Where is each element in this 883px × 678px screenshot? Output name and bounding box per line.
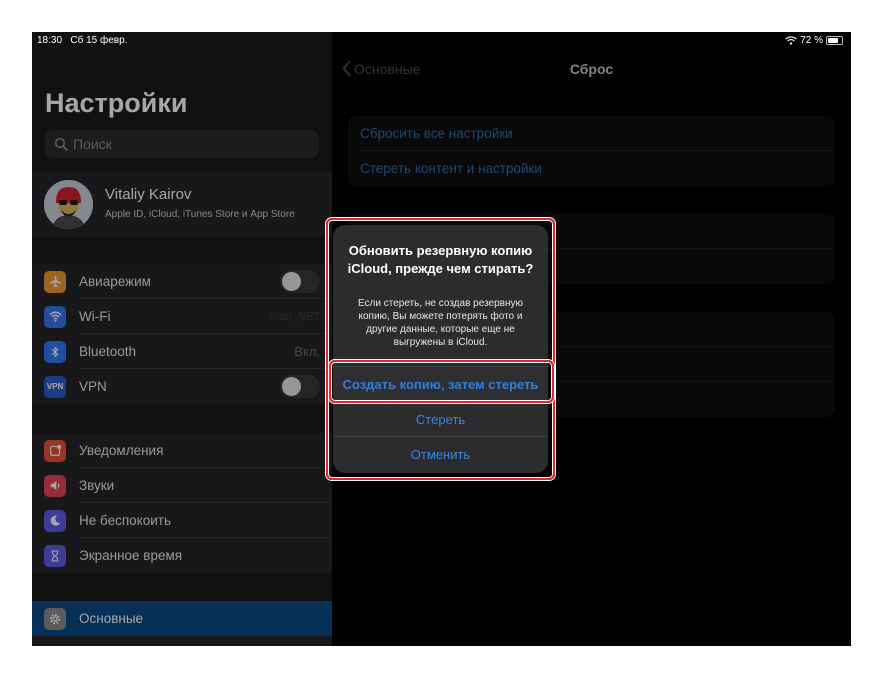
alert-title: Обновить резервную копию iCloud, прежде … [347,243,534,276]
status-time: 18:30 Сб 15 февр. [37,35,128,46]
status-date: Сб 15 февр. [70,35,128,46]
erase-button[interactable]: Стереть [333,401,548,437]
alert-message: Если стереть, не создав резервную копию,… [357,298,524,348]
ipad-screen: Настройки Поиск Vitaliy Kairov Apple ID,… [32,32,851,646]
battery-icon [826,36,843,45]
wifi-status-icon [785,36,797,45]
status-right: 72 % [785,35,843,46]
backup-alert-dialog: Обновить резервную копию iCloud, прежде … [333,225,548,473]
status-bar: 18:30 Сб 15 февр. 72 % [32,32,851,50]
primary-button-highlight-frame [329,360,554,403]
battery-percent: 72 % [800,35,823,46]
cancel-button[interactable]: Отменить [333,436,548,472]
